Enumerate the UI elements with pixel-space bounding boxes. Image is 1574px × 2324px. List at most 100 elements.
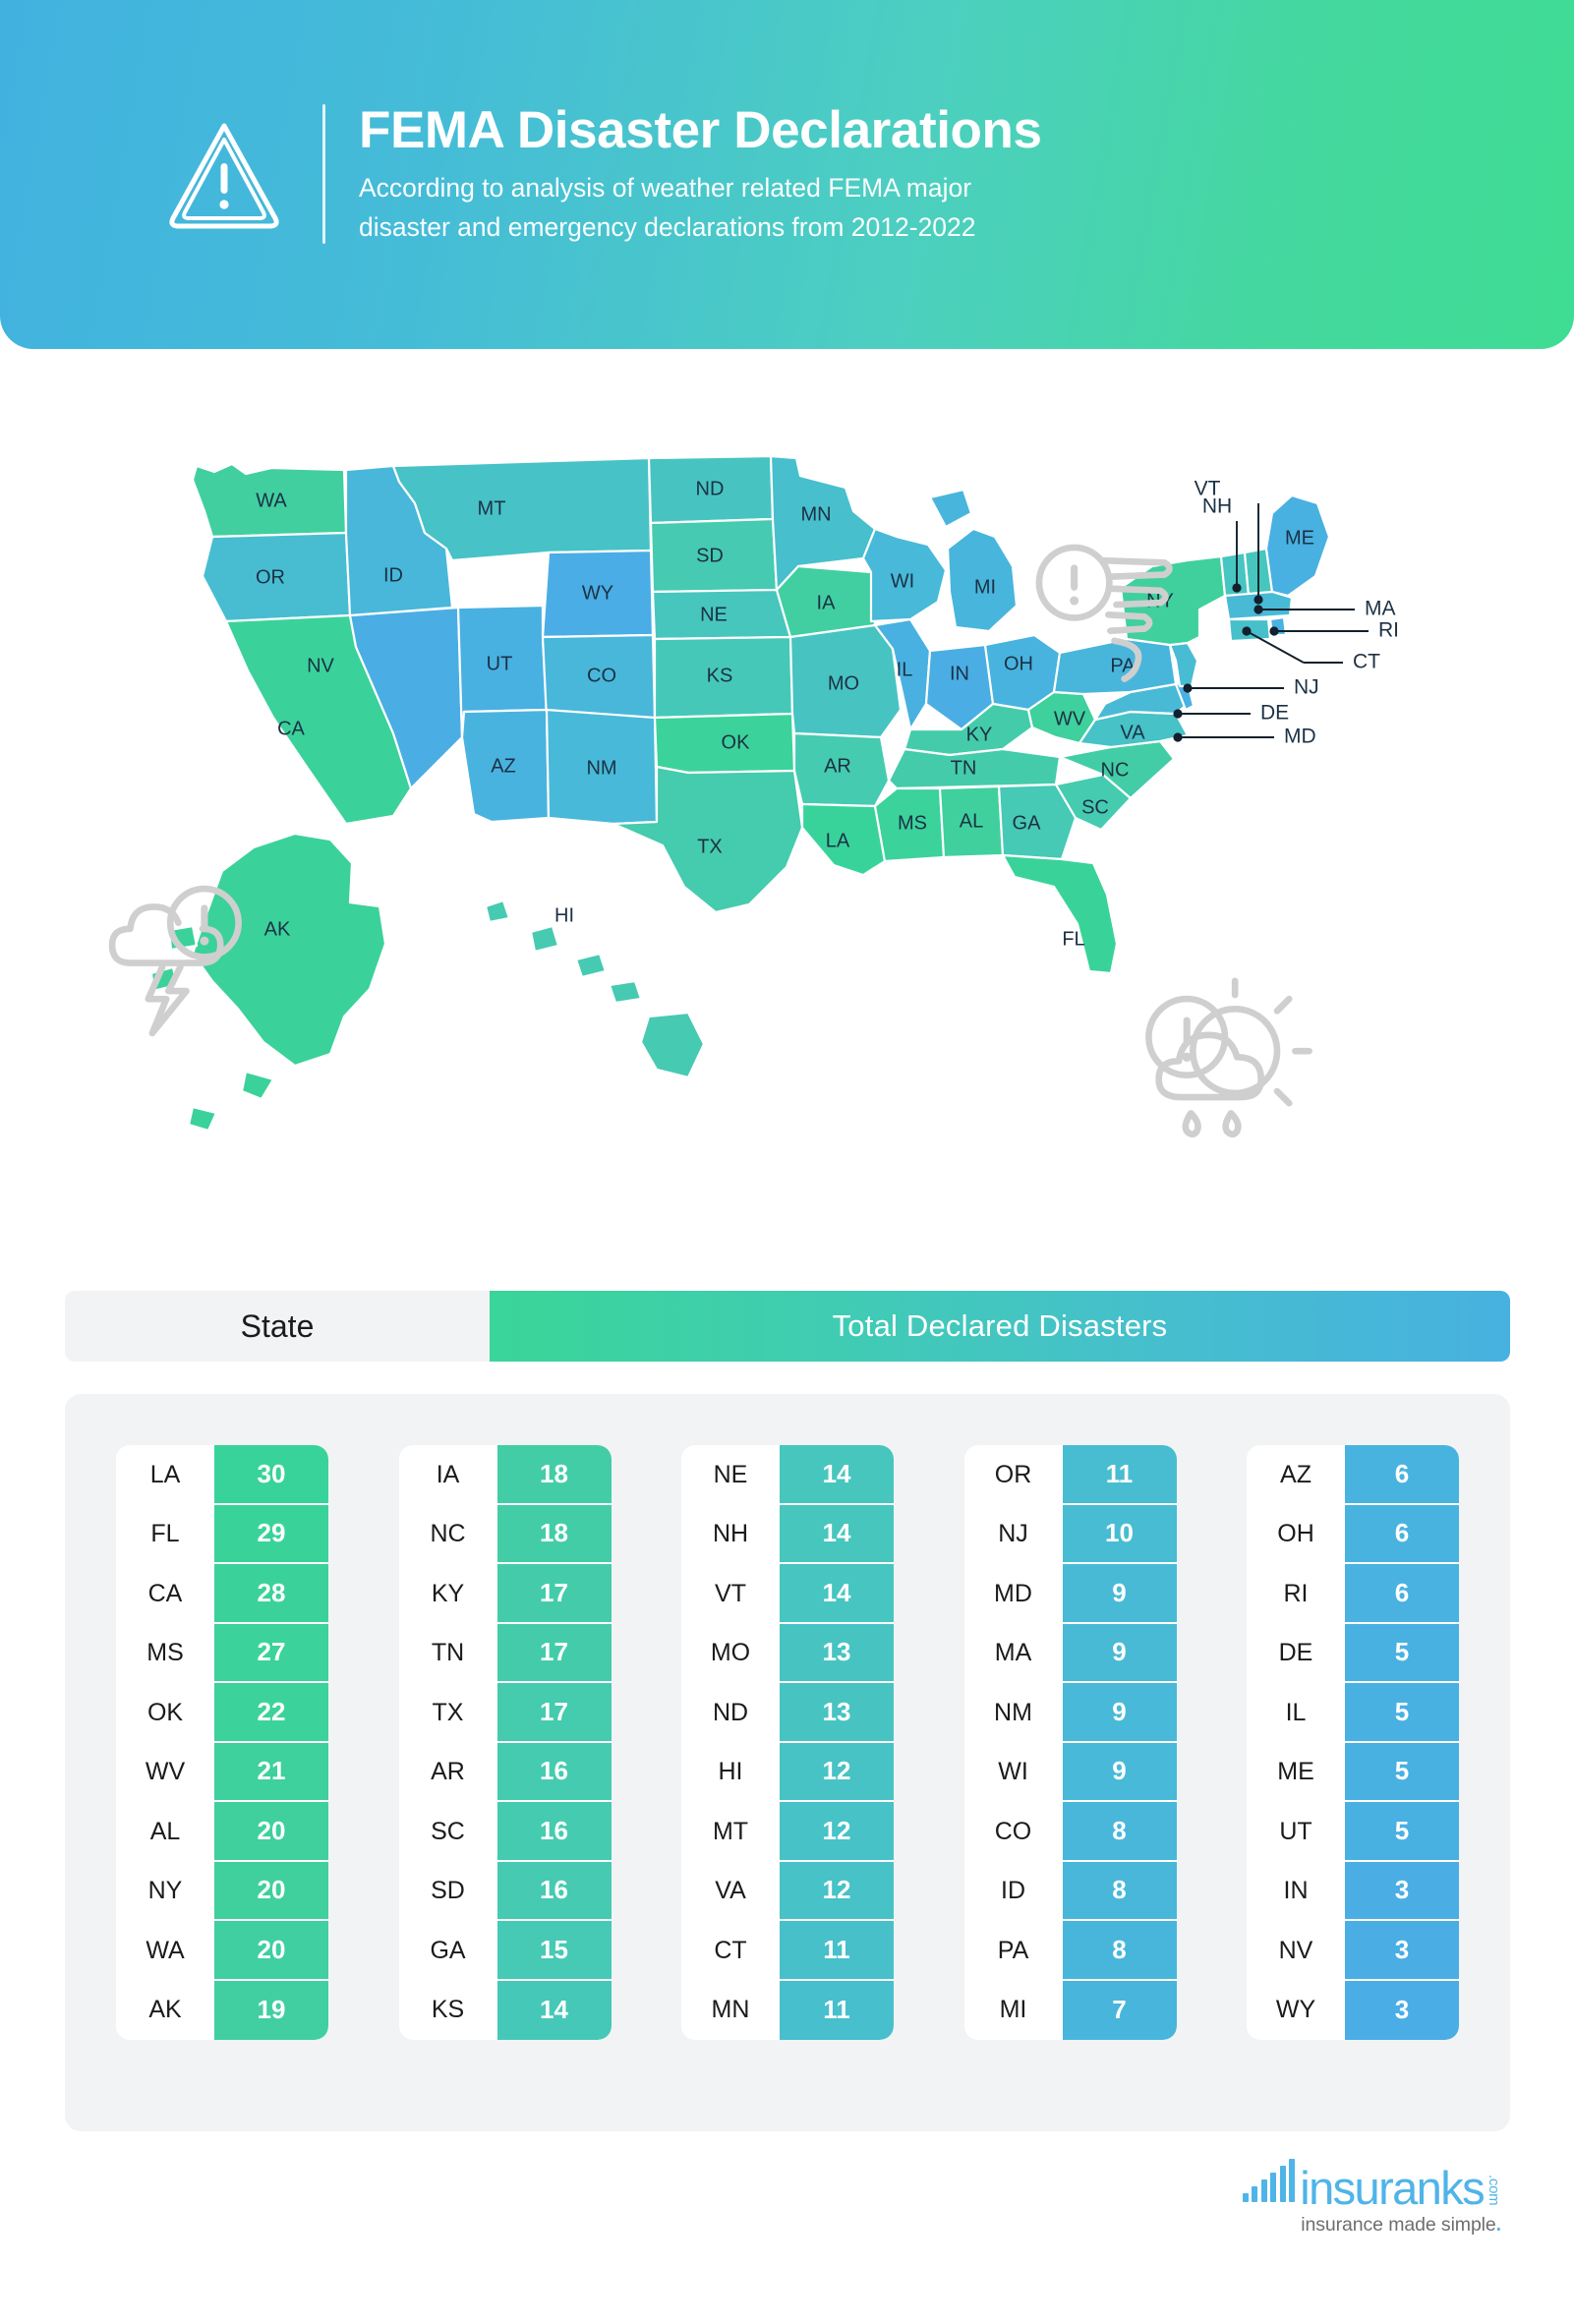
sun-cloud-rain-alert-icon: [1145, 977, 1312, 1138]
value-bar-column: 18 18 17 17 17 16 16 16 15 14: [496, 1445, 612, 2040]
value-cell: 12: [780, 1742, 894, 1802]
value-cell: 17: [496, 1683, 612, 1743]
value-bar-column: 6665555333: [1345, 1445, 1459, 2040]
state-abbr-cell: IN: [1283, 1877, 1309, 1905]
state-abbr-cell: LA: [149, 1460, 181, 1488]
value-cell: 6: [1345, 1564, 1459, 1624]
value-cell: 28: [214, 1564, 328, 1624]
value-bar-column: 14 14 14 13 13 12 12 12 11 11: [780, 1445, 894, 2040]
map-label-LA: LA: [826, 830, 850, 851]
state-abbr-column: AZ OH RI DE IL ME UT IN NV WY: [1247, 1445, 1345, 2040]
map-label-ID: ID: [383, 564, 403, 586]
value-cell: 9: [1062, 1564, 1177, 1624]
state-abbr-cell: TX: [432, 1698, 464, 1726]
map-label-MO: MO: [828, 672, 859, 694]
map-label-WI: WI: [891, 570, 914, 592]
value-cell: 12: [780, 1861, 894, 1921]
map-label-VA: VA: [1120, 722, 1145, 743]
header-text-block: FEMA Disaster Declarations According to …: [359, 102, 1042, 247]
state-FL: [1001, 853, 1119, 975]
bar-chart-icon: [1242, 2159, 1296, 2202]
value-cell: 14: [780, 1445, 894, 1505]
state-abbr-cell: DE: [1278, 1639, 1313, 1667]
value-cell: 14: [780, 1504, 894, 1564]
map-label-MN: MN: [800, 503, 831, 525]
map-label-MT: MT: [478, 497, 506, 519]
state-abbr-cell: WY: [1275, 1996, 1316, 2024]
footer-logo[interactable]: insuranks .com insurance made simple.: [1206, 2159, 1502, 2267]
map-label-SC: SC: [1081, 796, 1109, 818]
value-cell: 18: [496, 1504, 612, 1564]
map-label-HI: HI: [554, 904, 574, 926]
state-abbr-cell: ND: [712, 1698, 749, 1726]
state-abbr-cell: NE: [713, 1460, 748, 1488]
map-label-NC: NC: [1101, 759, 1130, 781]
state-abbr-cell: HI: [718, 1758, 743, 1786]
header-divider: [322, 104, 325, 245]
state-abbr-cell: PA: [997, 1936, 1029, 1964]
state-abbr-column: OR NJ MD MA NM WI CO ID PA MI: [964, 1445, 1063, 2040]
state-abbr-cell: NM: [994, 1698, 1032, 1726]
value-cell: 18: [496, 1445, 612, 1505]
choropleth-map-section: WA OR CA NV ID MT WY UT CO AZ NM ND SD N…: [0, 374, 1574, 1219]
state-abbr-cell: NC: [430, 1520, 466, 1548]
value-cell: 30: [214, 1445, 328, 1505]
state-abbr-cell: KS: [431, 1996, 465, 2024]
value-cell: 15: [496, 1921, 612, 1981]
state-abbr-cell: MO: [710, 1639, 751, 1667]
state-abbr-cell: UT: [1279, 1817, 1312, 1845]
state-abbr-cell: IL: [1285, 1698, 1307, 1726]
map-callout-MD: MD: [1284, 726, 1316, 748]
map-label-MI: MI: [974, 576, 996, 598]
warning-triangle-icon: [169, 123, 279, 229]
value-cell: 12: [780, 1802, 894, 1862]
map-label-AK: AK: [264, 918, 291, 940]
page-subtitle-line1: According to analysis of weather related…: [359, 173, 972, 203]
state-abbr-column: NE NH VT MO ND HI MT VA CT MN: [681, 1445, 780, 2040]
data-column: LA FL CA MS OK WV AL NY WA AK 30 29 28 27 22 21 20 20 20 19: [116, 1445, 328, 2040]
value-cell: 3: [1345, 1980, 1459, 2040]
state-abbr-cell: SC: [431, 1817, 465, 1845]
infographic-page: FEMA Disaster Declarations According to …: [0, 0, 1574, 2324]
map-label-ND: ND: [696, 478, 725, 499]
map-callout-CT: CT: [1353, 651, 1380, 673]
value-cell: 5: [1345, 1742, 1459, 1802]
state-abbr-cell: VT: [715, 1579, 746, 1607]
map-label-OR: OR: [256, 566, 285, 588]
value-cell: 5: [1345, 1683, 1459, 1743]
map-callout-NJ: NJ: [1294, 676, 1319, 699]
map-label-AR: AR: [824, 755, 851, 777]
map-label-KS: KS: [707, 665, 733, 686]
state-AK: [149, 832, 387, 1133]
map-label-MS: MS: [898, 812, 927, 834]
state-abbr-cell: CO: [994, 1817, 1032, 1845]
map-label-WV: WV: [1054, 708, 1086, 729]
header-content: FEMA Disaster Declarations According to …: [165, 102, 1042, 247]
state-abbr-cell: MN: [711, 1996, 750, 2024]
value-bar-column: 11 10 9 9 9 9 8 8 8 7: [1062, 1445, 1177, 2040]
page-subtitle-line2: disaster and emergency declarations from…: [359, 211, 976, 242]
state-MI: [928, 488, 1019, 633]
value-cell: 3: [1345, 1921, 1459, 1981]
state-abbr-cell: OH: [1277, 1520, 1314, 1548]
state-abbr-cell: WI: [998, 1758, 1028, 1786]
value-cell: 13: [780, 1683, 894, 1743]
state-abbr-cell: SD: [431, 1877, 465, 1905]
us-choropleth-map: WA OR CA NV ID MT WY UT CO AZ NM ND SD N…: [108, 454, 1399, 1138]
map-label-FL: FL: [1062, 928, 1084, 950]
data-column: AZ OH RI DE IL ME UT IN NV WY 6 6 6 5 5 5 5 3 3 3: [1247, 1445, 1459, 2040]
map-label-CO: CO: [587, 665, 616, 686]
map-label-OK: OK: [722, 731, 751, 753]
state-abbr-cell: MT: [712, 1817, 749, 1845]
state-abbr-cell: CT: [714, 1936, 747, 1964]
logo-tagline-dot: .: [1495, 2214, 1501, 2236]
value-cell: 5: [1345, 1623, 1459, 1683]
value-cell: 8: [1062, 1861, 1177, 1921]
state-abbr-cell: AR: [431, 1758, 465, 1786]
value-cell: 21: [214, 1742, 328, 1802]
value-cell: 16: [496, 1861, 612, 1921]
state-abbr-cell: ID: [1001, 1877, 1025, 1905]
logo-tld: .com: [1486, 2174, 1502, 2205]
state-HI: [484, 899, 706, 1079]
map-label-IA: IA: [817, 592, 837, 613]
